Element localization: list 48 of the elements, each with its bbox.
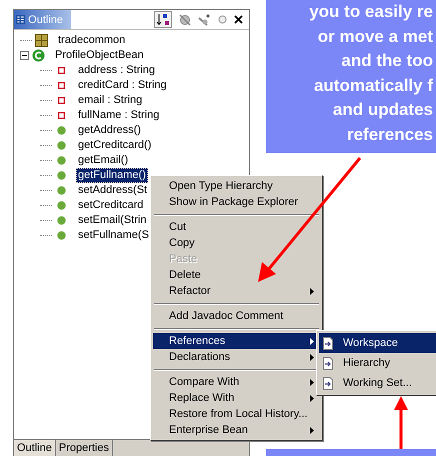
- outline-icon: [16, 13, 26, 26]
- tree-item[interactable]: email : String: [76, 93, 144, 108]
- field-icon: [58, 82, 64, 89]
- circle-icon[interactable]: [218, 15, 227, 24]
- menu-item[interactable]: Show in Package Explorer: [153, 194, 320, 210]
- document-arrow-icon: [322, 336, 334, 350]
- tree-item[interactable]: setCreditcard: [76, 198, 146, 213]
- outline-title: Outline: [28, 14, 63, 26]
- document-arrow-icon: [322, 376, 334, 390]
- tree-item[interactable]: setAddress(St: [76, 183, 150, 198]
- menu-item[interactable]: Delete: [153, 267, 320, 283]
- hide-fields-icon[interactable]: [179, 14, 191, 26]
- sort-alphabetically-icon[interactable]: [154, 11, 172, 28]
- menu-item[interactable]: Add Javadoc Comment: [153, 308, 320, 324]
- tree-item[interactable]: getEmail(): [76, 153, 130, 168]
- field-icon: [58, 112, 64, 119]
- package-icon: [34, 34, 48, 47]
- submenu-item[interactable]: Workspace: [319, 333, 436, 353]
- menu-item[interactable]: Copy: [153, 235, 320, 251]
- close-icon[interactable]: [234, 15, 243, 24]
- menu-item[interactable]: Cut: [153, 219, 320, 235]
- menu-item[interactable]: Refactor: [153, 283, 320, 299]
- tree-item[interactable]: setEmail(Strin: [76, 213, 148, 228]
- submenu-item[interactable]: Working Set...: [319, 373, 436, 393]
- menu-item[interactable]: Replace With: [153, 390, 320, 406]
- tree-item[interactable]: getFullname(): [76, 168, 148, 183]
- tree-item[interactable]: tradecommon: [56, 33, 128, 48]
- field-icon: [58, 67, 64, 74]
- class-icon: [32, 49, 44, 62]
- menu-item[interactable]: Restore from Local History...: [153, 406, 320, 422]
- tree-item[interactable]: fullName : String: [76, 108, 162, 123]
- menu-item[interactable]: Declarations: [153, 349, 320, 365]
- field-icon: [58, 97, 64, 104]
- tree-item[interactable]: getAddress(): [76, 123, 143, 138]
- menu-item[interactable]: Open Type Hierarchy: [153, 178, 320, 194]
- tree-item[interactable]: setFullname(S: [76, 228, 151, 243]
- tree-item[interactable]: getCreditcard(): [76, 138, 154, 153]
- callout-text: you to easily re or move a met and the too automatically f and updates references: [308, 1, 434, 146]
- collapse-toggle[interactable]: [20, 51, 29, 60]
- submenu-item[interactable]: Hierarchy: [319, 353, 436, 373]
- hide-static-icon[interactable]: [198, 13, 211, 26]
- tree-item[interactable]: ProfileObjectBean: [53, 48, 146, 63]
- menu-item[interactable]: Compare With: [153, 374, 320, 390]
- document-arrow-icon: [322, 356, 334, 370]
- tree-item[interactable]: address : String: [76, 63, 158, 78]
- view-tab[interactable]: Outline: [14, 440, 56, 456]
- tree-item[interactable]: creditCard : String: [76, 78, 169, 93]
- menu-item[interactable]: Enterprise Bean: [153, 422, 320, 438]
